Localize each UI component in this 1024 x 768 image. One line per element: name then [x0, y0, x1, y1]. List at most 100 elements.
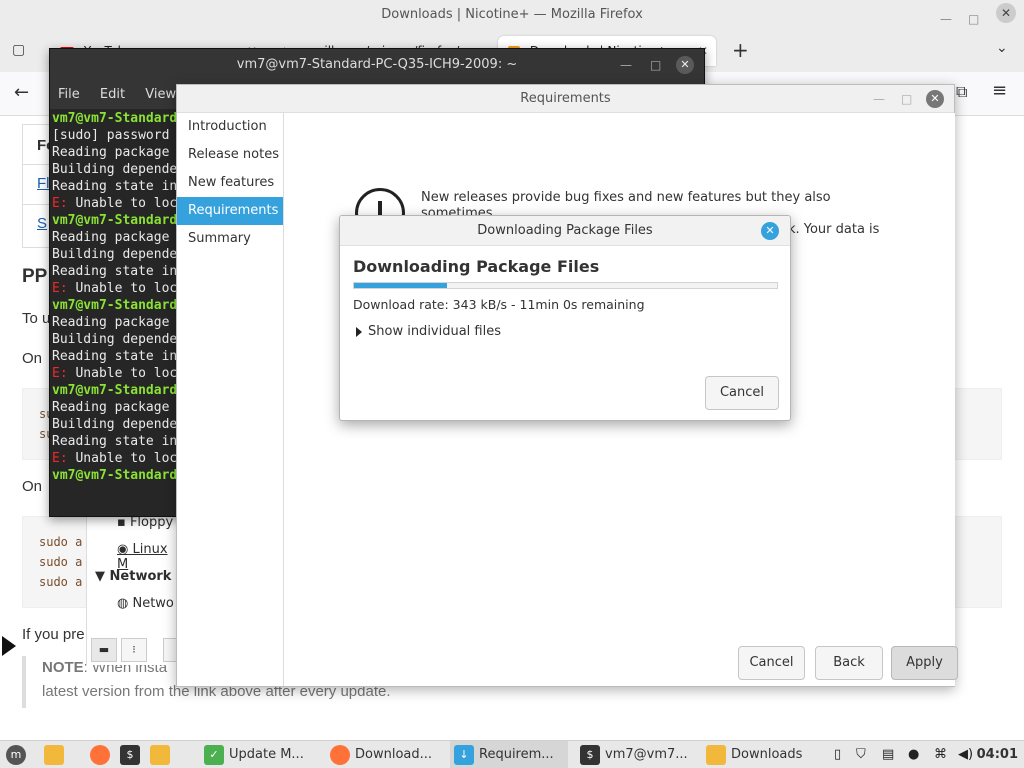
close-icon[interactable]: ✕ [676, 56, 694, 74]
terminal-line: Reading package [52, 230, 170, 245]
terminal-line: [sudo] password [52, 128, 170, 143]
terminal-line: vm7@vm7-Standard [52, 297, 176, 314]
folder-icon [150, 744, 170, 765]
terminal-error-prefix: E: [52, 451, 68, 466]
sidebar-item-network[interactable]: ◍ Netwo [117, 596, 174, 611]
show-files-expander[interactable]: Show individual files [356, 324, 501, 339]
taskbar-item-downloads[interactable]: Downloads [702, 741, 814, 768]
terminal-line: E: Unable to loc [52, 450, 176, 467]
menu-icon[interactable]: ≡ [992, 80, 1007, 101]
terminal-line: Reading package [52, 315, 170, 330]
menu-view[interactable]: View [145, 87, 176, 102]
taskbar-item-firefox[interactable]: Download... [326, 741, 444, 768]
download-rate-text: Download rate: 343 kB/s - 11min 0s remai… [353, 297, 645, 312]
terminal-line: Building depende [52, 417, 176, 432]
terminal-line: vm7@vm7-Standard [52, 110, 176, 127]
folder-icon [706, 744, 726, 765]
terminal-line: E: Unable to loc [52, 195, 176, 212]
terminal-icon: $ [580, 744, 600, 765]
sidebar-item-label: Floppy [129, 515, 174, 530]
taskbar-item-requirements[interactable]: ↓ Requirem... [450, 741, 568, 768]
places-view-button[interactable]: ▬ [91, 638, 117, 662]
terminal-title: vm7@vm7-Standard-PC-Q35-ICH9-2009: ~ [236, 57, 518, 72]
wizard-sidebar: Introduction Release notes New features … [177, 113, 284, 686]
menu-edit[interactable]: Edit [100, 87, 125, 102]
firefox-icon [90, 744, 110, 765]
dialog-heading: Downloading Package Files [353, 257, 600, 276]
sidebar-item-floppy[interactable]: ▪ Floppy [117, 515, 173, 530]
paragraph: To u [22, 310, 51, 327]
launcher-files[interactable] [44, 741, 69, 768]
tree-view-button[interactable]: ⁝ [121, 638, 147, 662]
expander-label: Show individual files [368, 324, 502, 339]
sidebar-section-network[interactable]: ▼ Network [95, 569, 171, 584]
terminal-error-prefix: E: [52, 281, 68, 296]
terminal-prompt: vm7@vm7-Standard [52, 213, 176, 228]
notes-icon[interactable]: ▤ [882, 741, 894, 768]
mouse-cursor-icon [2, 636, 16, 656]
terminal-error-prefix: E: [52, 366, 68, 381]
progress-fill [354, 283, 448, 288]
apply-button[interactable]: Apply [891, 646, 958, 680]
menu-file[interactable]: File [58, 87, 80, 102]
terminal-line: vm7@vm7-Standard [52, 467, 176, 484]
launcher-files-2[interactable] [150, 741, 175, 768]
close-icon[interactable]: ✕ [761, 222, 779, 240]
close-icon[interactable]: ✕ [926, 90, 944, 108]
sidebar-item-introduction[interactable]: Introduction [177, 113, 283, 141]
back-button[interactable]: Back [815, 646, 883, 680]
sidebar-item-new-features[interactable]: New features [177, 169, 283, 197]
terminal-prompt: vm7@vm7-Standard [52, 298, 176, 313]
sidebar-item-linux-mint[interactable]: ◉ Linux M [117, 542, 178, 572]
terminal-error-prefix: E: [52, 196, 68, 211]
minimize-icon[interactable]: — [873, 85, 885, 113]
terminal-output[interactable]: vm7@vm7-Standard [sudo] password Reading p… [50, 109, 176, 485]
sidebar-item-release-notes[interactable]: Release notes [177, 141, 283, 169]
update-shield-icon[interactable]: ⛉ [856, 741, 866, 768]
note-label: NOTE [42, 659, 84, 676]
menu-button[interactable]: m [6, 741, 31, 768]
download-progress-bar [353, 282, 778, 289]
close-icon[interactable]: ✕ [996, 3, 1016, 23]
minimize-icon[interactable]: — [620, 49, 632, 81]
sidebar-item-summary[interactable]: Summary [177, 225, 283, 253]
launcher-terminal[interactable]: $ [120, 741, 145, 768]
terminal-text: Unable to loc [67, 451, 176, 466]
shield-icon: ✓ [204, 744, 224, 765]
code-line: sudo a [39, 575, 83, 589]
tab-overview-icon[interactable]: ▢ [12, 42, 25, 58]
terminal-prompt: vm7@vm7-Standard [52, 383, 176, 398]
maximize-icon[interactable]: □ [901, 85, 912, 113]
paragraph: On [22, 478, 43, 495]
sidebar-item-label: Netwo [132, 596, 174, 611]
terminal-line: Reading state in [52, 179, 176, 194]
section-heading: PP [22, 266, 48, 287]
code-line: sudo a [39, 555, 83, 569]
taskbar: m $ ✓ Update M... Download... ↓ Requirem..… [0, 740, 1024, 768]
taskbar-item-update-manager[interactable]: ✓ Update M... [200, 741, 320, 768]
download-arrow-icon: ↓ [454, 744, 474, 765]
paragraph: On [22, 350, 43, 367]
network-icon[interactable]: ⌘ [934, 741, 947, 768]
cancel-button[interactable]: Cancel [705, 376, 779, 410]
taskbar-item-label: Download... [355, 747, 433, 762]
extensions-icon[interactable]: ⧉ [956, 82, 967, 102]
cancel-button[interactable]: Cancel [738, 646, 805, 680]
new-tab-icon[interactable]: + [732, 38, 749, 62]
sidebar-item-requirements[interactable]: Requirements [177, 197, 283, 225]
firefox-titlebar: Downloads | Nicotine+ — Mozilla Firefox … [0, 0, 1024, 30]
terminal-line: vm7@vm7-Standard [52, 212, 176, 229]
maximize-icon[interactable]: □ [650, 49, 661, 81]
chevron-down-icon[interactable]: ⌄ [996, 40, 1008, 56]
clock[interactable]: 04:01 [977, 741, 1018, 768]
volume-icon[interactable]: ◀) [958, 741, 973, 768]
download-dialog: Downloading Package Files ✕ Downloading … [339, 215, 791, 421]
clipboard-icon[interactable]: ▯ [834, 741, 841, 768]
user-icon[interactable]: ● [908, 741, 919, 768]
terminal-line: E: Unable to loc [52, 365, 176, 382]
taskbar-item-terminal[interactable]: $ vm7@vm7... [576, 741, 694, 768]
back-arrow-icon[interactable]: ← [14, 82, 29, 103]
terminal-line: Reading state in [52, 349, 176, 364]
upgrade-wizard-titlebar: Requirements — □ ✕ [177, 85, 954, 113]
launcher-firefox[interactable] [90, 741, 115, 768]
